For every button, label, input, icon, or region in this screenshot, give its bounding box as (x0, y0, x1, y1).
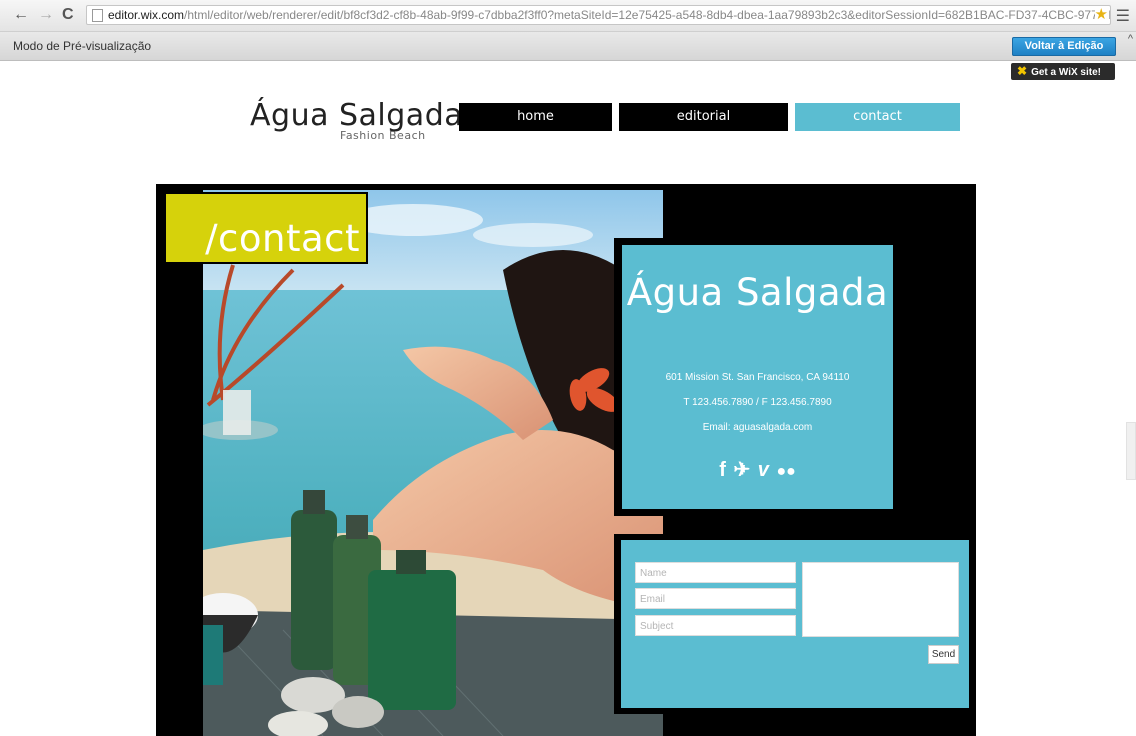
preview-mode-label: Modo de Pré-visualização (13, 39, 152, 53)
address-bar[interactable]: editor.wix.com/html/editor/web/renderer/… (86, 5, 1111, 25)
send-button[interactable]: Send (928, 645, 959, 664)
site-logo-title[interactable]: Água Salgada (250, 98, 463, 133)
twitter-icon[interactable]: ✈ (733, 459, 750, 481)
forward-button[interactable]: → (38, 6, 54, 24)
back-to-edit-button[interactable]: Voltar à Edição (1012, 37, 1116, 56)
facebook-icon[interactable]: f (719, 459, 726, 481)
page-icon (92, 9, 103, 22)
email-field[interactable]: Email (635, 588, 796, 609)
browser-toolbar: ← → C editor.wix.com/html/editor/web/ren… (0, 0, 1136, 32)
nav-home[interactable]: home (459, 103, 612, 131)
info-title: Água Salgada (626, 271, 889, 314)
subject-field[interactable]: Subject (635, 615, 796, 636)
beach-photo (203, 190, 663, 736)
name-field[interactable]: Name (635, 562, 796, 583)
hamburger-icon[interactable]: ☰ (1116, 6, 1130, 26)
collapse-icon[interactable]: ^ (1128, 33, 1133, 45)
side-scroll-handle[interactable] (1126, 422, 1136, 480)
nav-editorial[interactable]: editorial (619, 103, 788, 131)
reload-button[interactable]: C (62, 6, 74, 24)
wix-x-icon: ✖ (1017, 64, 1028, 78)
info-address: 601 Mission St. San Francisco, CA 94110 (665, 372, 850, 383)
info-phone: T 123.456.7890 / F 123.456.7890 (683, 397, 832, 408)
star-icon[interactable]: ★ (1094, 6, 1108, 24)
get-wix-site-button[interactable]: ✖ Get a WiX site! (1011, 63, 1115, 80)
social-links: f ✈ v ●● (622, 457, 893, 482)
nav-contact[interactable]: contact (795, 103, 960, 131)
get-wix-label: Get a WiX site! (1031, 67, 1101, 78)
message-field[interactable] (802, 562, 959, 637)
page-tag-contact: /contact (164, 192, 368, 264)
page-tag-label: /contact (205, 217, 360, 260)
site-logo-subtitle: Fashion Beach (340, 129, 426, 142)
contact-info-box: Água Salgada 601 Mission St. San Francis… (622, 245, 893, 509)
url-host: editor.wix.com (108, 8, 185, 22)
flickr-icon[interactable]: ●● (776, 463, 795, 480)
vimeo-icon[interactable]: v (758, 459, 769, 481)
url-path: /html/editor/web/renderer/edit/bf8cf3d2-… (184, 8, 1111, 22)
back-button[interactable]: ← (13, 6, 29, 24)
preview-mode-bar: Modo de Pré-visualização Voltar à Edição… (0, 32, 1136, 61)
info-email[interactable]: Email: aguasalgada.com (622, 422, 893, 433)
